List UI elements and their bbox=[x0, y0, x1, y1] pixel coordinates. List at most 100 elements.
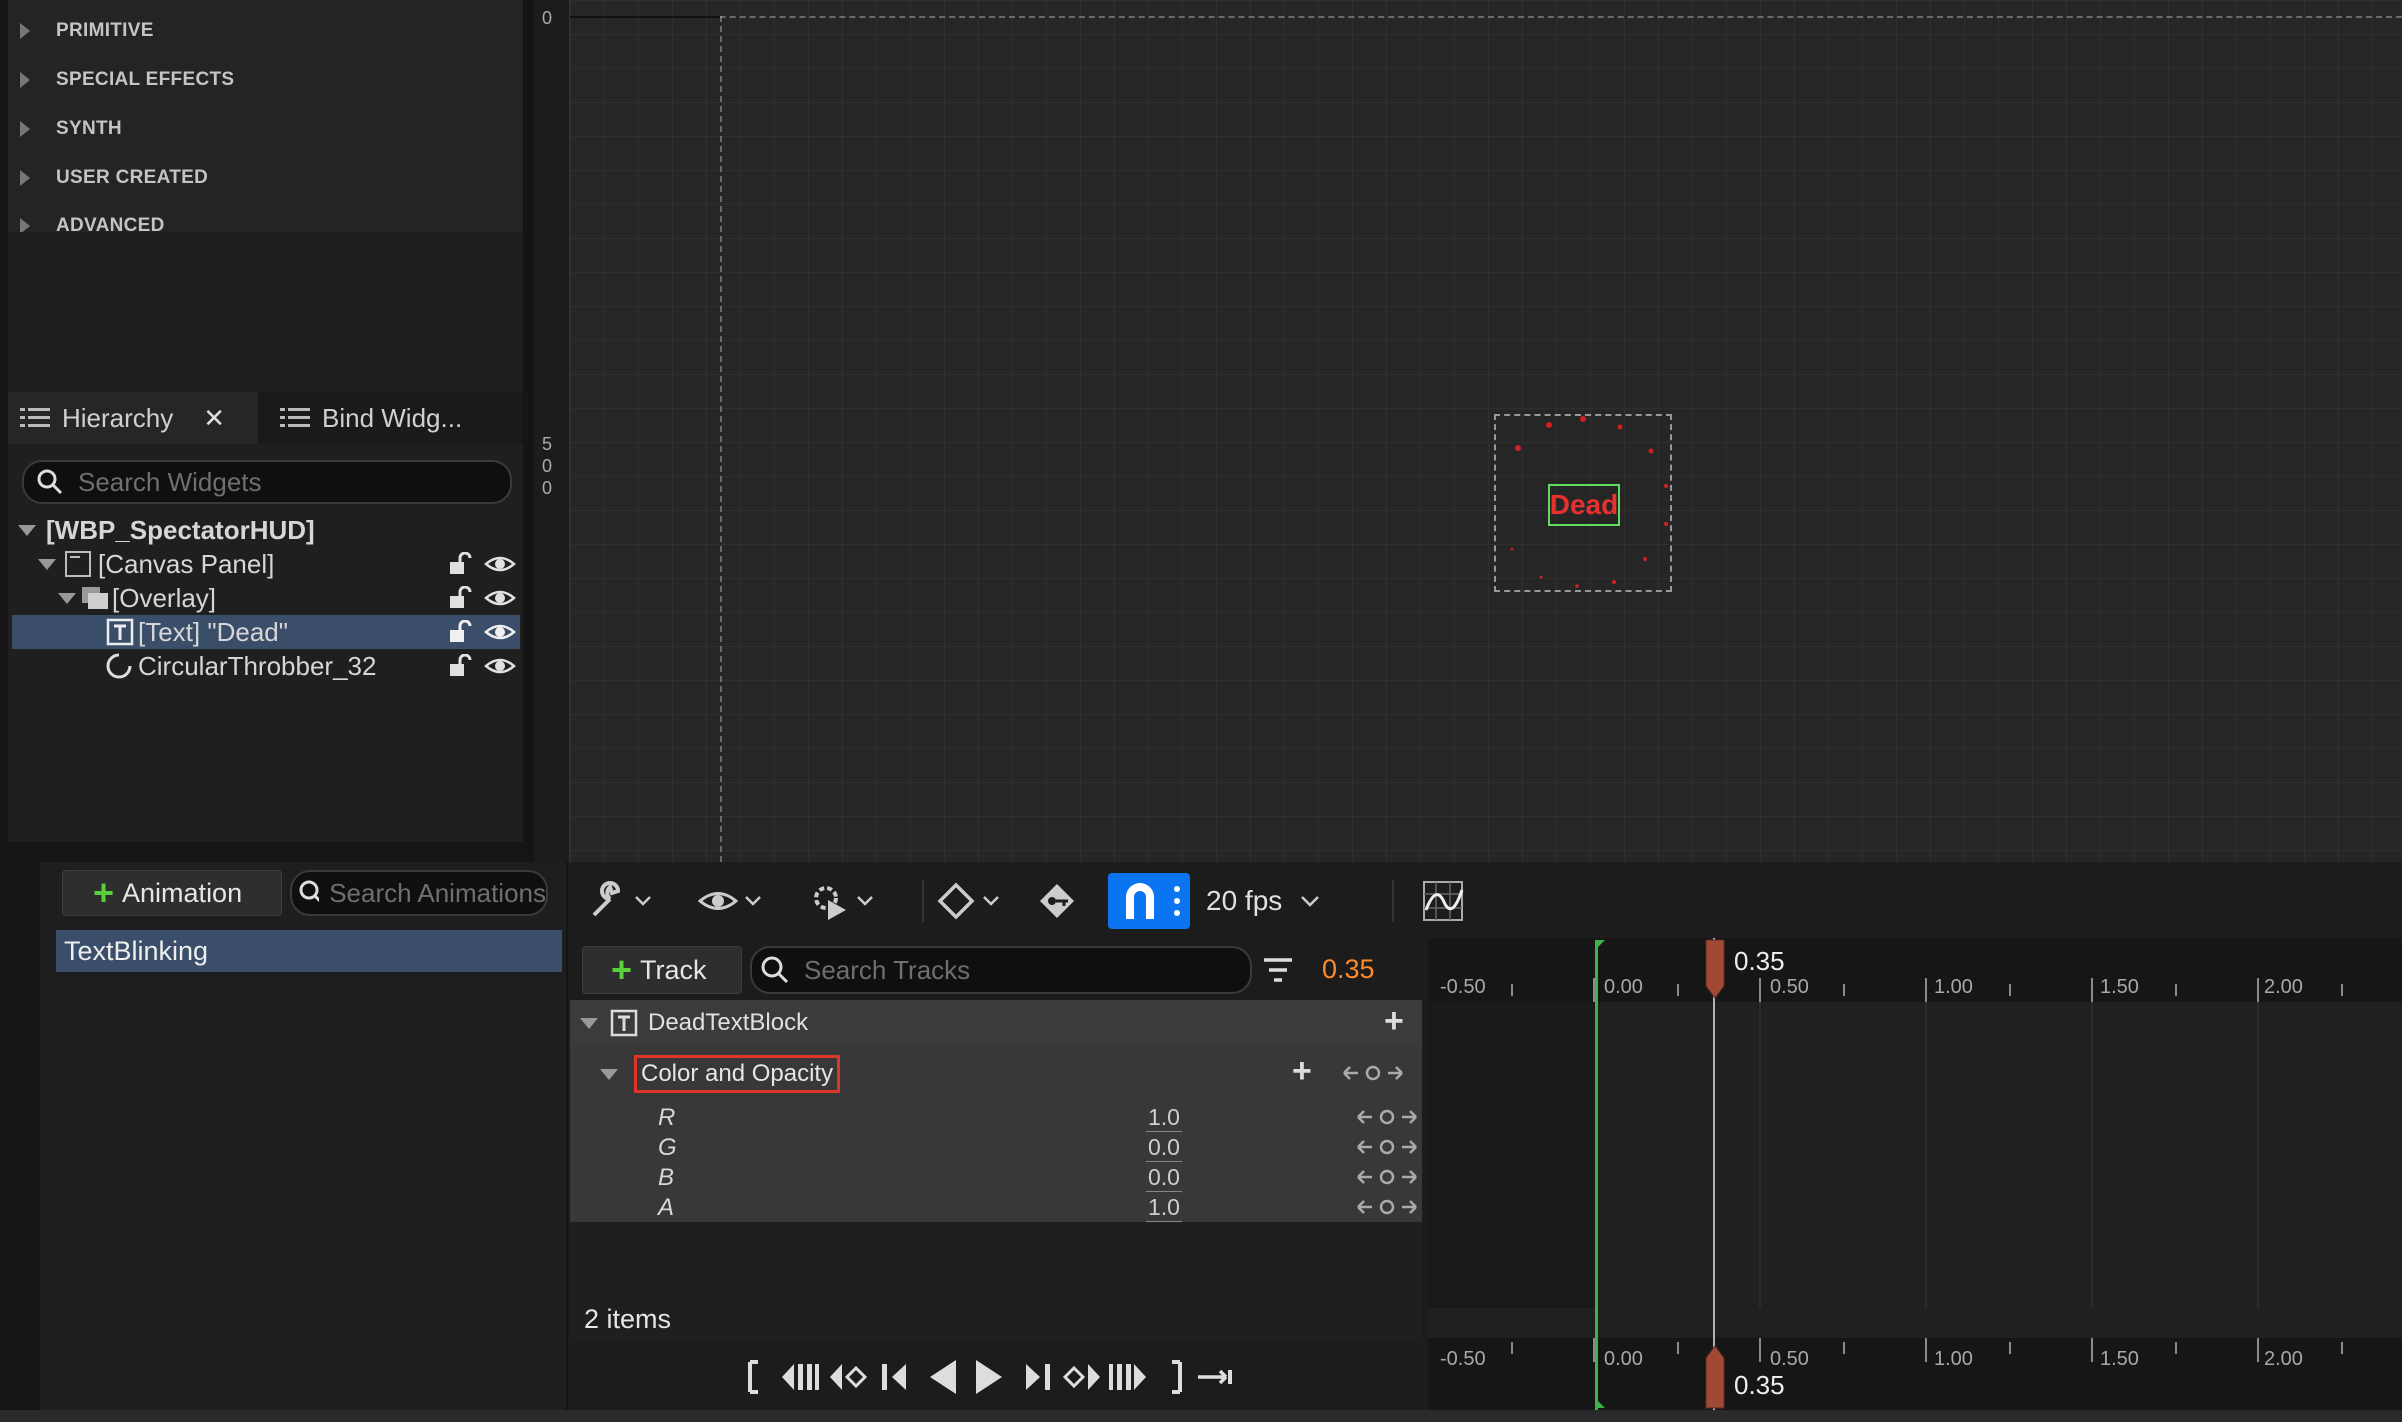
category-label: SYNTH bbox=[56, 117, 122, 139]
palette-category-primitive[interactable]: PRIMITIVE bbox=[20, 8, 154, 53]
key-options-dropdown[interactable] bbox=[936, 866, 1000, 936]
track-row-deadtextblock[interactable]: DeadTextBlock + bbox=[570, 1000, 1422, 1046]
tree-item-label: [WBP_SpectatorHUD] bbox=[46, 514, 315, 545]
expand-caret-icon[interactable] bbox=[38, 558, 56, 570]
current-time-display[interactable]: 0.35 bbox=[1322, 954, 1375, 985]
key-navigation-icon[interactable] bbox=[1354, 1196, 1420, 1218]
loop-mode-icon[interactable] bbox=[1196, 1364, 1236, 1390]
vertical-ruler: 0 5 0 0 bbox=[534, 0, 570, 862]
key-navigation-icon[interactable] bbox=[1354, 1166, 1420, 1188]
channel-g-label: G bbox=[658, 1134, 677, 1161]
expand-caret-icon[interactable] bbox=[18, 524, 36, 536]
magnet-icon bbox=[1126, 883, 1154, 919]
tree-item-canvas-panel[interactable]: [Canvas Panel] bbox=[12, 547, 520, 581]
palette-category-user-created[interactable]: USER CREATED bbox=[20, 155, 208, 200]
tab-hierarchy[interactable]: Hierarchy ✕ bbox=[8, 392, 258, 444]
visibility-eye-icon[interactable] bbox=[484, 620, 516, 644]
jump-to-start-icon[interactable] bbox=[744, 1360, 764, 1394]
step-forward-frame-icon[interactable] bbox=[1020, 1360, 1052, 1394]
add-animation-button[interactable]: + Animation bbox=[62, 870, 282, 916]
animation-name: TextBlinking bbox=[64, 935, 209, 966]
close-tab-icon[interactable]: ✕ bbox=[203, 403, 225, 434]
overlay-widget-outline[interactable]: Dead bbox=[1494, 414, 1672, 592]
canvas-boundary-left bbox=[720, 16, 722, 862]
step-back-frame-icon[interactable] bbox=[880, 1360, 912, 1394]
playback-start-marker[interactable] bbox=[1595, 940, 1598, 1410]
search-widgets-input[interactable]: Search Widgets bbox=[22, 460, 512, 504]
dead-text-widget[interactable]: Dead bbox=[1548, 484, 1620, 526]
chevron-down-icon bbox=[635, 896, 651, 906]
designer-canvas[interactable]: Dead bbox=[570, 0, 2402, 862]
animation-item-textblinking[interactable]: TextBlinking bbox=[56, 930, 562, 972]
category-label: USER CREATED bbox=[56, 166, 209, 188]
lock-icon[interactable] bbox=[448, 620, 476, 644]
channel-g-value[interactable]: 0.0 bbox=[1146, 1134, 1182, 1162]
key-navigation-icon[interactable] bbox=[1354, 1136, 1420, 1158]
frame-rate-dropdown[interactable]: 20 fps bbox=[1206, 866, 1320, 936]
more-options-icon[interactable] bbox=[1172, 883, 1182, 919]
playhead-time-label: 0.35 bbox=[1734, 946, 1785, 976]
toolbar-divider bbox=[1392, 880, 1394, 922]
expand-arrow-icon bbox=[20, 22, 30, 39]
step-forward-key-icon[interactable] bbox=[1058, 1360, 1102, 1394]
chevron-down-icon bbox=[745, 896, 761, 906]
palette-category-synth[interactable]: SYNTH bbox=[20, 106, 122, 151]
palette-category-special-effects[interactable]: SPECIAL EFFECTS bbox=[20, 57, 234, 102]
playback-options-dropdown[interactable] bbox=[808, 866, 874, 936]
play-icon[interactable] bbox=[972, 1358, 1006, 1396]
throbber-icon bbox=[106, 653, 132, 679]
visibility-eye-icon[interactable] bbox=[484, 552, 516, 576]
lock-icon[interactable] bbox=[448, 654, 476, 678]
animations-panel: + Animation Search Animations TextBlinki… bbox=[40, 862, 568, 1410]
curve-editor-button[interactable] bbox=[1422, 866, 1464, 936]
lock-icon[interactable] bbox=[448, 552, 476, 576]
playhead-handle[interactable] bbox=[1702, 938, 1728, 1000]
add-key-plus-icon[interactable]: + bbox=[1292, 1052, 1312, 1091]
key-navigation-icon[interactable] bbox=[1340, 1062, 1406, 1084]
expand-caret-icon[interactable] bbox=[58, 592, 76, 604]
tab-label: Hierarchy bbox=[62, 402, 174, 433]
tools-dropdown[interactable] bbox=[588, 866, 652, 936]
search-animations-input[interactable]: Search Animations bbox=[290, 870, 548, 916]
expand-caret-icon[interactable] bbox=[600, 1068, 618, 1080]
playhead-handle[interactable] bbox=[1702, 1344, 1728, 1410]
property-name-highlight: Color and Opacity bbox=[634, 1055, 841, 1093]
channel-b-value[interactable]: 0.0 bbox=[1146, 1164, 1182, 1192]
previous-key-icon[interactable] bbox=[780, 1360, 820, 1394]
auto-key-icon bbox=[1040, 884, 1074, 918]
auto-key-button[interactable] bbox=[1036, 866, 1078, 936]
expand-caret-icon[interactable] bbox=[580, 1017, 598, 1029]
next-key-icon[interactable] bbox=[1108, 1360, 1148, 1394]
add-track-button[interactable]: + Track bbox=[582, 946, 742, 994]
button-label: Animation bbox=[122, 877, 243, 908]
list-icon bbox=[280, 408, 310, 427]
canvas-boundary-top bbox=[570, 16, 2402, 18]
visibility-eye-icon[interactable] bbox=[484, 586, 516, 610]
channel-r-value[interactable]: 1.0 bbox=[1146, 1104, 1182, 1132]
step-back-key-icon[interactable] bbox=[828, 1360, 872, 1394]
visibility-eye-icon[interactable] bbox=[484, 654, 516, 678]
timeline-area[interactable]: -0.50 0.00 0.50 1.00 1.50 2.00 -0.50 0.0… bbox=[1428, 938, 2402, 1410]
track-row-color-and-opacity[interactable]: Color and Opacity + bbox=[570, 1052, 1422, 1096]
key-navigation-icon[interactable] bbox=[1354, 1106, 1420, 1128]
search-tracks-input[interactable]: Search Tracks bbox=[750, 946, 1252, 994]
channel-rows: R 1.0 G 0.0 B 0.0 A 1.0 bbox=[570, 1102, 1422, 1222]
add-section-plus-icon[interactable]: + bbox=[1384, 1002, 1404, 1041]
channel-a-value[interactable]: 1.0 bbox=[1146, 1194, 1182, 1222]
tab-label: Bind Widg... bbox=[322, 402, 463, 433]
tree-item-root[interactable]: [WBP_SpectatorHUD] bbox=[12, 513, 520, 547]
play-reverse-icon[interactable] bbox=[926, 1358, 960, 1396]
view-options-dropdown[interactable] bbox=[698, 866, 762, 936]
wrench-icon bbox=[592, 881, 621, 917]
ruler-label: 0 bbox=[542, 456, 553, 476]
tree-item-circular-throbber[interactable]: CircularThrobber_32 bbox=[12, 649, 520, 683]
category-label: PRIMITIVE bbox=[56, 19, 154, 41]
filter-icon[interactable] bbox=[1262, 956, 1294, 986]
snap-toggle-button[interactable] bbox=[1108, 873, 1190, 929]
tree-item-overlay[interactable]: [Overlay] bbox=[12, 581, 520, 615]
tree-item-text-dead[interactable]: [Text] "Dead" bbox=[12, 615, 520, 649]
jump-to-end-icon[interactable] bbox=[1166, 1360, 1186, 1394]
search-icon bbox=[299, 880, 320, 903]
lock-icon[interactable] bbox=[448, 586, 476, 610]
tab-bind-widgets[interactable]: Bind Widg... bbox=[268, 392, 523, 444]
